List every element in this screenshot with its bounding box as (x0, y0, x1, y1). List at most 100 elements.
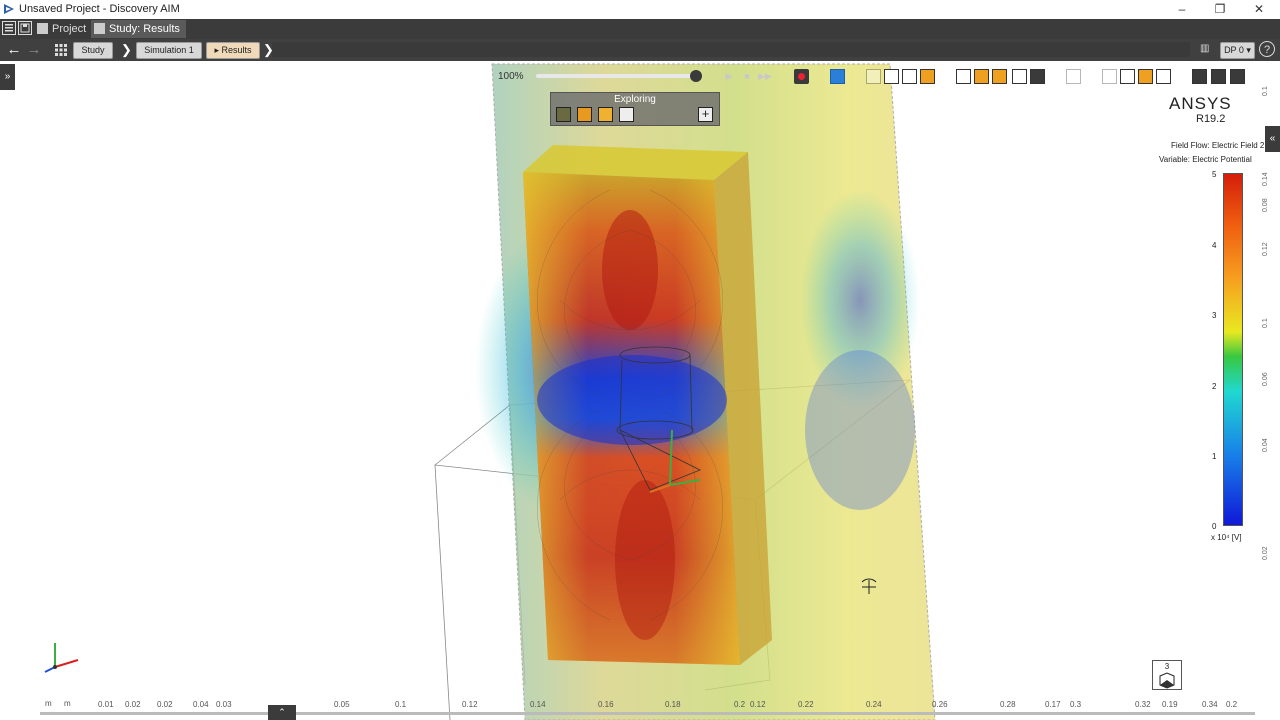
stop-icon[interactable]: ■ (740, 70, 754, 83)
breadcrumb-simulation[interactable]: Simulation 1 (136, 42, 202, 59)
exploring-title: Exploring (614, 94, 656, 105)
panel-toggle-icon[interactable]: ▥ (1200, 43, 1212, 56)
ruler-tick: 0.2 (734, 700, 746, 709)
plane-icon[interactable] (1230, 69, 1245, 84)
view-top-icon[interactable] (974, 69, 989, 84)
right-ruler-label: 0.04 (1262, 438, 1269, 452)
document-icon[interactable] (1120, 69, 1135, 84)
select-face-icon[interactable] (902, 69, 917, 84)
ansys-logo: ANSYS (1169, 94, 1232, 113)
right-ruler-label: 0.12 (1262, 242, 1269, 256)
view-shaded-icon[interactable] (1030, 69, 1045, 84)
study-icon (94, 23, 105, 34)
ruler-unit: m (64, 699, 71, 708)
tab-project[interactable]: Project (34, 20, 92, 38)
save-icon[interactable] (18, 21, 32, 35)
zoom-level: 100% (498, 71, 524, 82)
discovery-aim-logo-icon (4, 4, 14, 14)
close-button[interactable]: ✕ (1239, 1, 1279, 18)
expand-bottom-panel-button[interactable]: ⌃ (268, 705, 296, 720)
window-title: Unsaved Project - Discovery AIM (19, 3, 180, 15)
ruler-tick: 0.22 (798, 700, 814, 709)
legend-variable: Variable: Electric Potential (1159, 155, 1252, 164)
contour-icon[interactable] (577, 107, 592, 122)
ruler-tick: 0.12 (750, 700, 766, 709)
ruler-tick: 0.01 (98, 700, 114, 709)
ruler-tick: 0.16 (598, 700, 614, 709)
view-cube[interactable]: 3 (1152, 660, 1182, 690)
animation-slider-thumb[interactable] (690, 70, 702, 82)
ruler-tick: 0.02 (157, 700, 173, 709)
axis-triad-icon (44, 643, 79, 673)
legend-tick: 1 (1212, 452, 1217, 461)
transparency-icon[interactable] (1066, 69, 1081, 84)
play-icon[interactable]: ▶ (722, 70, 736, 83)
ansys-version: R19.2 (1196, 113, 1226, 125)
ruler-tick: 0.19 (1162, 700, 1178, 709)
legend-tick: 2 (1212, 382, 1217, 391)
select-body-icon[interactable] (884, 69, 899, 84)
breadcrumb-bar: ← → Study ❯ Simulation 1 ▸ Results ❯ ▥ D… (0, 39, 1280, 61)
ruler-tick: 0.24 (866, 700, 882, 709)
grid-snap-icon[interactable] (1138, 69, 1153, 84)
graphics-viewport[interactable] (0, 61, 1280, 720)
ruler-tick: 0.04 (193, 700, 209, 709)
animation-slider-fill (536, 74, 696, 78)
expand-left-panel-button[interactable]: » (0, 64, 15, 90)
add-result-button[interactable]: + (698, 107, 713, 122)
fit-view-icon[interactable] (1156, 69, 1171, 84)
ruler-tick: 0.18 (665, 700, 681, 709)
ruler-tick: 0.03 (216, 700, 232, 709)
bottom-ruler (40, 712, 1255, 715)
expand-right-panel-button[interactable]: « (1265, 126, 1280, 152)
forward-arrow-icon[interactable]: → (25, 41, 43, 59)
record-icon[interactable] (794, 69, 809, 84)
tab-study-results[interactable]: Study: Results (91, 20, 186, 38)
section-icon[interactable] (1102, 69, 1117, 84)
probe-icon[interactable] (619, 107, 634, 122)
streamline-icon[interactable] (556, 107, 571, 122)
electric-field-visualization[interactable] (0, 61, 1280, 720)
view-cube-icon (1159, 672, 1175, 689)
project-icon (37, 23, 48, 34)
minimize-button[interactable]: – (1162, 1, 1202, 18)
view-iso-icon[interactable] (1012, 69, 1027, 84)
animation-slider[interactable] (536, 74, 696, 78)
breadcrumb-results[interactable]: ▸ Results (206, 42, 260, 59)
exploring-panel: Exploring + (550, 92, 720, 126)
vector-icon[interactable] (598, 107, 613, 122)
fast-forward-icon[interactable]: ▶▶ (758, 70, 772, 83)
restore-button[interactable]: ❐ (1200, 1, 1240, 18)
lightning-solve-icon[interactable] (830, 69, 845, 84)
back-arrow-icon[interactable]: ← (5, 41, 23, 59)
ruler-tick: 0.14 (530, 700, 546, 709)
line-icon[interactable] (1211, 69, 1226, 84)
ruler-tick: 0.34 (1202, 700, 1218, 709)
breadcrumb-path-area[interactable] (272, 42, 1190, 57)
ruler-tick: 0.28 (1000, 700, 1016, 709)
ruler-tick: 0.2 (1226, 700, 1238, 709)
select-edge-icon[interactable] (920, 69, 935, 84)
title-bar: Unsaved Project - Discovery AIM – ❐ ✕ (0, 0, 1280, 19)
legend-unit: x 10⁴ [V] (1211, 533, 1242, 542)
tab-bar: Project Study: Results (0, 19, 1280, 39)
ruler-tick: 0.05 (334, 700, 350, 709)
menu-list-icon[interactable] (2, 21, 16, 35)
ruler-tick: 0.32 (1135, 700, 1151, 709)
ruler-tick: 0.26 (932, 700, 948, 709)
breadcrumb-study[interactable]: Study (73, 42, 113, 59)
right-ruler-label: 0.08 (1262, 198, 1269, 212)
select-icon[interactable] (866, 69, 881, 84)
legend-tick: 0 (1212, 522, 1217, 531)
help-icon[interactable]: ? (1259, 41, 1275, 57)
breadcrumb-chevron-icon: ❯ (121, 42, 132, 57)
ruler-tick: 0.02 (125, 700, 141, 709)
legend-tick: 3 (1212, 311, 1217, 320)
point-icon[interactable] (1192, 69, 1207, 84)
grid-view-icon[interactable] (52, 41, 70, 59)
right-ruler-label: 0.02 (1262, 546, 1269, 560)
view-side-icon[interactable] (992, 69, 1007, 84)
view-front-icon[interactable] (956, 69, 971, 84)
ruler-tick: 0.1 (395, 700, 407, 709)
design-point-dropdown[interactable]: DP 0 ▾ (1220, 42, 1255, 59)
